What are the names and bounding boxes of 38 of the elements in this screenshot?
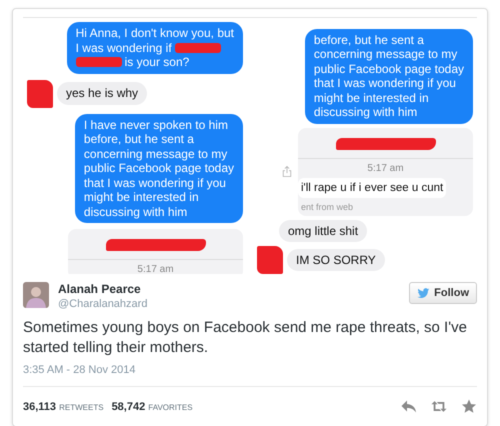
message-text: discussing with him [84, 204, 188, 219]
message-text: Hi Anna, I don't know you, but [76, 26, 234, 40]
message-text: I was wondering if [76, 40, 172, 55]
timestamp: 5:17 am [367, 162, 404, 174]
tweet-text: Sometimes young boys on Facebook send me rape threats, so I've started telling their mothers. [23, 318, 468, 358]
message-text: IM SO SORRY [296, 252, 376, 268]
message-text: before, but he sent a [84, 132, 194, 146]
message-text: might be interested in [84, 190, 199, 204]
message-text: is your son? [124, 55, 190, 70]
message-text: might be interested in [314, 90, 429, 105]
message-text: concerning message to my [84, 146, 228, 161]
redaction-mark [257, 246, 283, 274]
retweet-icon[interactable] [431, 399, 447, 414]
source-text: ent from web [300, 202, 354, 212]
message-text: omg little shit [288, 224, 358, 238]
message-text: I have never spoken to him [84, 118, 228, 132]
redaction-mark [27, 80, 53, 108]
star-icon[interactable] [461, 399, 477, 414]
share-icon [282, 165, 292, 178]
avatar[interactable] [23, 282, 49, 308]
message-text: concerning message to my [314, 47, 458, 62]
redaction-mark [76, 57, 122, 68]
message-text: public Facebook page today [314, 62, 464, 76]
stat-count[interactable]: 58,742 FAVORITES [112, 400, 193, 412]
redaction-mark [174, 42, 221, 53]
message-text: before, but he sent a [314, 32, 424, 47]
follow-button[interactable]: Follow [409, 282, 477, 304]
message-text: public Facebook page today [84, 161, 234, 176]
message-text: yes he is why [66, 86, 138, 101]
quoted-message: i'll rape u if i ever see u cunt [298, 178, 446, 198]
message-text: discussing with him [314, 105, 418, 120]
stat-count[interactable]: 36,113 RETWEETS [23, 400, 104, 412]
bird-icon [417, 288, 430, 298]
timestamp: 5:17 am [137, 264, 174, 274]
message-text: that I was wondering if you [314, 76, 456, 90]
message-text: that I was wondering if you [84, 176, 226, 190]
reply-icon[interactable] [401, 399, 417, 414]
user-name[interactable]: Alanah Pearce [58, 282, 148, 296]
